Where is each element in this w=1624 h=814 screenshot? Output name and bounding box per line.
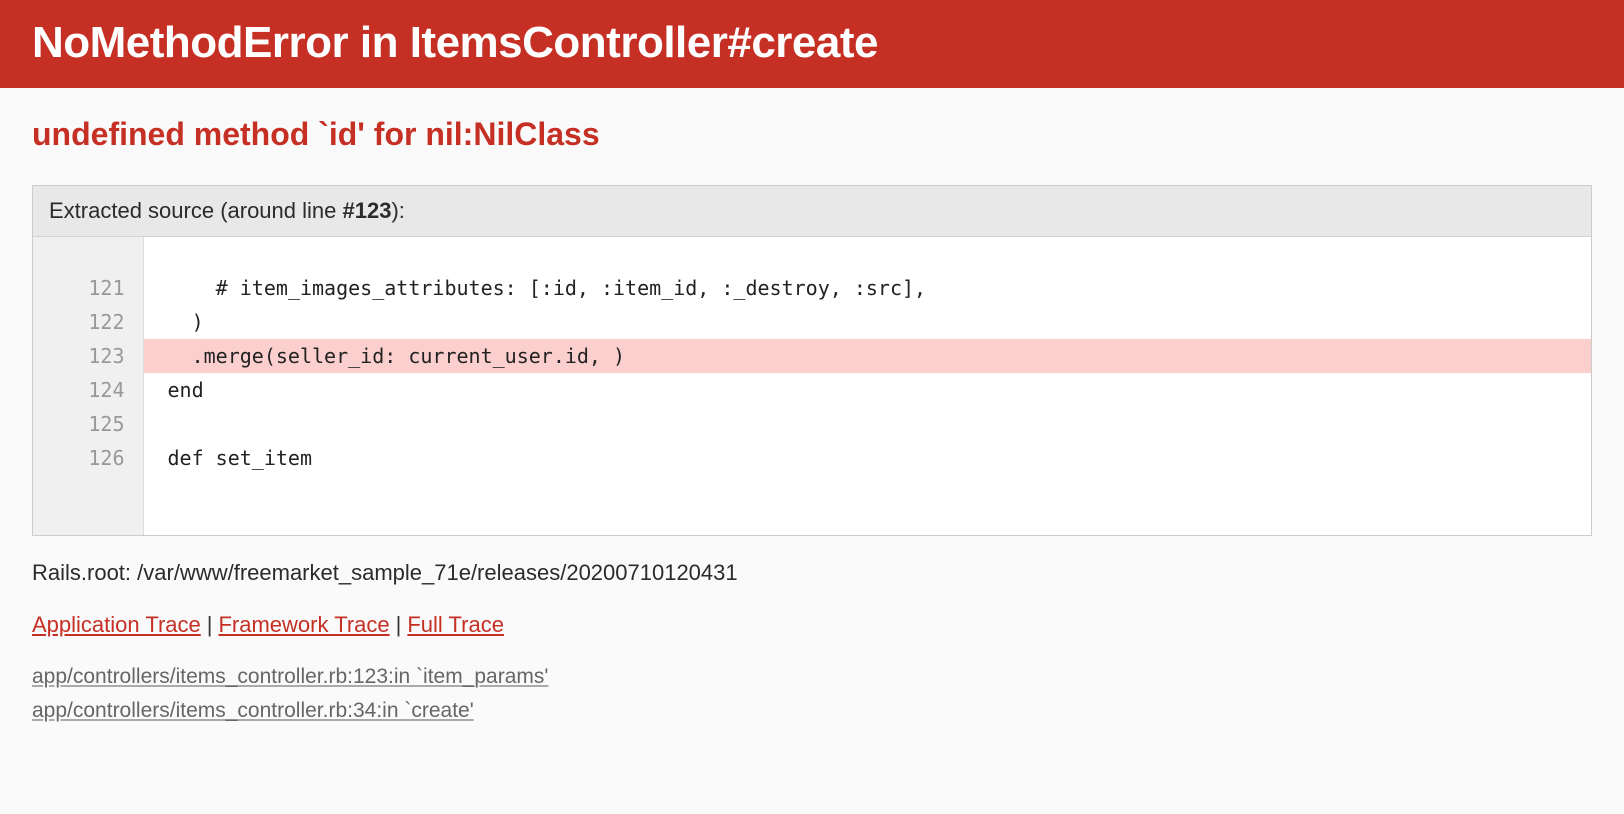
full-trace-link[interactable]: Full Trace — [407, 612, 504, 637]
code-content: .merge(seller_id: current_user.id, ) — [143, 339, 1591, 373]
rails-root-path: Rails.root: /var/www/freemarket_sample_7… — [32, 560, 1592, 586]
line-number: 125 — [33, 407, 143, 441]
source-line: 125 — [33, 407, 1591, 441]
code-content: ) — [143, 305, 1591, 339]
line-number: 126 — [33, 441, 143, 475]
line-number: 121 — [33, 271, 143, 305]
source-line: 122 ) — [33, 305, 1591, 339]
separator: | — [390, 612, 408, 637]
code-content: end — [143, 373, 1591, 407]
source-line: 121 # item_images_attributes: [:id, :ite… — [33, 271, 1591, 305]
source-line-highlighted: 123 .merge(seller_id: current_user.id, ) — [33, 339, 1591, 373]
framework-trace-link[interactable]: Framework Trace — [218, 612, 389, 637]
error-message: undefined method `id' for nil:NilClass — [32, 116, 1592, 153]
extracted-source-box: Extracted source (around line #123): 121… — [32, 185, 1592, 536]
separator: | — [201, 612, 219, 637]
source-code-table: 121 # item_images_attributes: [:id, :ite… — [33, 237, 1591, 535]
trace-entry[interactable]: app/controllers/items_controller.rb:34:i… — [32, 694, 1592, 728]
error-header: NoMethodError in ItemsController#create — [0, 0, 1624, 88]
extracted-source-label-suffix: ): — [391, 198, 404, 223]
code-content: # item_images_attributes: [:id, :item_id… — [143, 271, 1591, 305]
extracted-source-header: Extracted source (around line #123): — [33, 186, 1591, 237]
line-number: 124 — [33, 373, 143, 407]
line-number: 123 — [33, 339, 143, 373]
code-content: def set_item — [143, 441, 1591, 475]
content-area: undefined method `id' for nil:NilClass E… — [0, 88, 1624, 755]
source-line: 124 end — [33, 373, 1591, 407]
line-number: 122 — [33, 305, 143, 339]
trace-tabs: Application Trace|Framework Trace|Full T… — [32, 612, 1592, 638]
trace-entry[interactable]: app/controllers/items_controller.rb:123:… — [32, 660, 1592, 694]
application-trace-link[interactable]: Application Trace — [32, 612, 201, 637]
extracted-source-label-prefix: Extracted source (around line — [49, 198, 343, 223]
highlight-line-number: #123 — [343, 198, 392, 223]
error-title: NoMethodError in ItemsController#create — [32, 18, 1592, 68]
code-content — [143, 407, 1591, 441]
application-trace-list: app/controllers/items_controller.rb:123:… — [32, 660, 1592, 727]
source-line: 126 def set_item — [33, 441, 1591, 475]
